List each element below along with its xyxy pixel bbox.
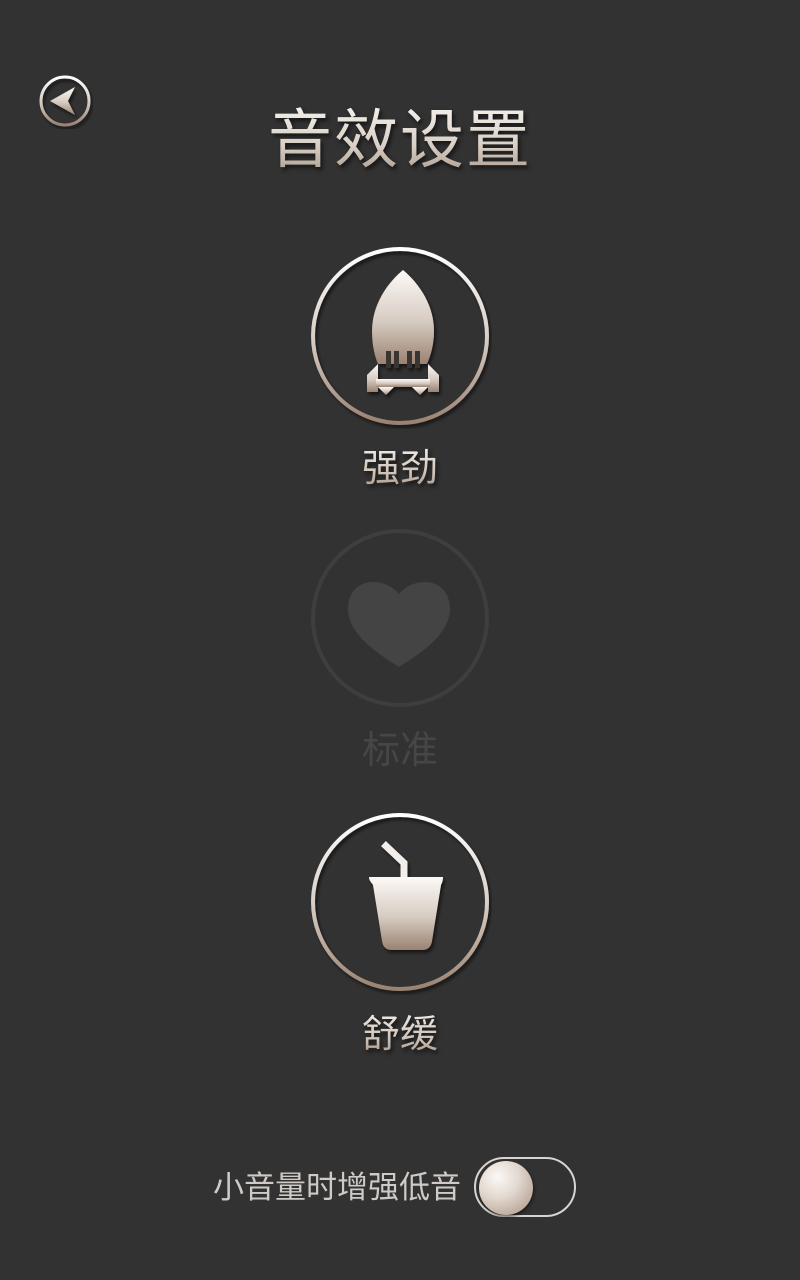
mode-standard-circle	[311, 529, 489, 707]
bass-boost-toggle[interactable]	[474, 1157, 576, 1217]
mode-strong-circle	[311, 247, 489, 425]
toggle-knob[interactable]	[479, 1161, 533, 1215]
bass-boost-label: 小音量时增强低音	[213, 1170, 461, 1206]
mode-standard-label: 标准	[361, 728, 438, 772]
heart-icon	[348, 582, 450, 667]
mode-soothing-circle	[311, 813, 489, 991]
sound-effect-settings-screen: 音效设置 强劲 标准 舒缓 小音量时增强低音	[0, 0, 800, 1280]
page-title: 音效设置	[0, 96, 800, 186]
rocket-icon	[367, 270, 439, 395]
mode-strong-label: 强劲	[0, 443, 800, 493]
drink-cup-icon	[369, 841, 443, 950]
mode-soothing-label: 舒缓	[0, 1009, 800, 1059]
bass-boost-row: 小音量时增强低音	[0, 1155, 800, 1221]
